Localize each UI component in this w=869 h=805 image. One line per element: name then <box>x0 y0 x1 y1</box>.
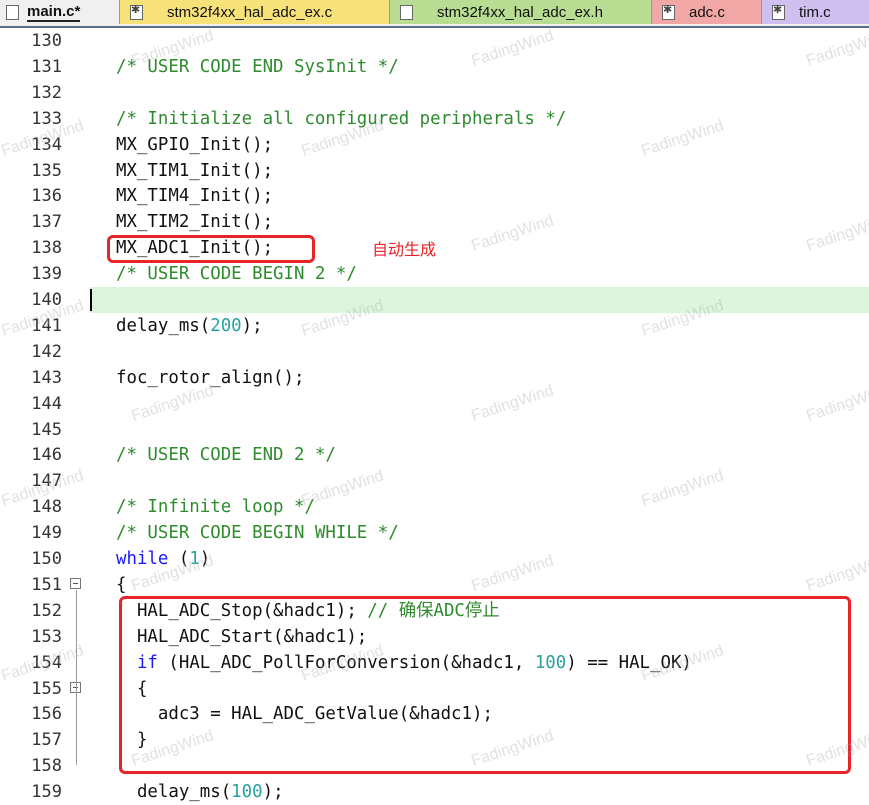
gear-file-icon <box>772 3 785 20</box>
code-line[interactable]: 135 MX_TIM1_Init(); <box>0 158 869 184</box>
line-number: 139 <box>31 264 62 285</box>
code-line[interactable]: 144 <box>0 391 869 417</box>
gear-file-icon <box>130 3 143 20</box>
code-text: MX_TIM4_Init(); <box>116 186 274 207</box>
line-number: 145 <box>31 419 62 440</box>
code-text: { <box>116 574 127 595</box>
highlight-box-adc-loop <box>119 596 851 774</box>
code-line[interactable]: 150 while (1) <box>0 546 869 572</box>
code-text: /* USER CODE END SysInit */ <box>116 56 399 77</box>
line-number: 158 <box>31 756 62 777</box>
code-line[interactable]: 141 delay_ms(200); <box>0 313 869 339</box>
tab-label: stm32f4xx_hal_adc_ex.c <box>167 3 333 21</box>
code-text: delay_ms(100); <box>116 782 284 803</box>
annotation-auto-generated: 自动生成 <box>372 240 437 259</box>
code-text: /* USER CODE END 2 */ <box>116 445 336 466</box>
line-number: 136 <box>31 186 62 207</box>
line-number: 156 <box>31 704 62 725</box>
code-text: /* USER CODE BEGIN WHILE */ <box>116 523 399 544</box>
code-line[interactable]: 146 /* USER CODE END 2 */ <box>0 442 869 468</box>
line-number: 141 <box>31 315 62 336</box>
code-line[interactable]: 149 /* USER CODE BEGIN WHILE */ <box>0 520 869 546</box>
line-number: 159 <box>31 782 62 803</box>
line-number: 148 <box>31 497 62 518</box>
code-text: foc_rotor_align(); <box>116 367 305 388</box>
tab-label: tim.c <box>799 3 831 21</box>
line-number: 146 <box>31 445 62 466</box>
line-number: 150 <box>31 549 62 569</box>
code-text: MX_TIM2_Init(); <box>116 212 274 233</box>
tab-stm32f4xx-hal-adc-ex-c[interactable]: stm32f4xx_hal_adc_ex.c <box>120 0 390 24</box>
line-number: 135 <box>31 160 62 181</box>
code-text: MX_TIM1_Init(); <box>116 160 274 181</box>
code-line[interactable]: 131 /* USER CODE END SysInit */ <box>0 54 869 80</box>
tab-tim-c[interactable]: tim.c <box>762 0 869 24</box>
code-line[interactable]: 132 <box>0 80 869 106</box>
code-line[interactable]: 139 /* USER CODE BEGIN 2 */ <box>0 261 869 287</box>
editor-tab-bar: main.c* stm32f4xx_hal_adc_ex.c stm32f4xx… <box>0 0 869 28</box>
code-line[interactable]: 151 { <box>0 572 869 598</box>
code-line[interactable]: 133 /* Initialize all configured peripher… <box>0 106 869 132</box>
line-number: 144 <box>31 393 62 414</box>
code-line[interactable]: 140 <box>0 287 869 313</box>
fold-toggle-icon[interactable] <box>70 577 81 589</box>
file-icon <box>6 4 19 20</box>
line-number: 137 <box>31 212 62 233</box>
code-line[interactable]: 137 MX_TIM2_Init(); <box>0 209 869 235</box>
code-text: delay_ms(200); <box>116 315 263 336</box>
tab-label: adc.c <box>689 3 725 21</box>
tab-adc-c[interactable]: adc.c <box>652 0 762 24</box>
line-number: 138 <box>31 238 62 259</box>
line-number: 133 <box>31 108 62 129</box>
line-number: 132 <box>31 82 62 103</box>
code-line[interactable]: 142 <box>0 339 869 365</box>
line-number: 149 <box>31 523 62 544</box>
line-number: 140 <box>31 290 62 310</box>
line-number: 152 <box>31 600 62 621</box>
code-line[interactable]: 159 delay_ms(100); <box>0 779 869 805</box>
code-line[interactable]: 147 <box>0 468 869 494</box>
code-line[interactable]: 143 foc_rotor_align(); <box>0 365 869 391</box>
line-number: 147 <box>31 471 62 492</box>
fold-guide-line <box>76 589 77 766</box>
line-number: 157 <box>31 730 62 751</box>
code-text: /* Initialize all configured peripherals… <box>116 108 567 129</box>
line-number: 130 <box>31 31 62 51</box>
tab-stm32f4xx-hal-adc-ex-h[interactable]: stm32f4xx_hal_adc_ex.h <box>390 0 652 24</box>
line-number: 151 <box>31 574 62 595</box>
code-text: /* USER CODE BEGIN 2 */ <box>116 264 357 285</box>
tab-label: main.c* <box>27 2 81 22</box>
code-text: MX_GPIO_Init(); <box>116 134 274 155</box>
tab-main-c[interactable]: main.c* <box>0 0 120 24</box>
gear-file-icon <box>662 3 675 20</box>
code-line[interactable]: 145 <box>0 417 869 443</box>
line-number: 155 <box>31 678 62 699</box>
line-number: 143 <box>31 367 62 388</box>
code-line[interactable]: 134 MX_GPIO_Init(); <box>0 132 869 158</box>
code-line[interactable]: 148 /* Infinite loop */ <box>0 494 869 520</box>
file-icon <box>400 4 413 20</box>
line-number: 154 <box>31 652 62 673</box>
highlight-box-adc-init <box>107 235 315 263</box>
line-number: 153 <box>31 626 62 647</box>
line-number: 134 <box>31 134 62 155</box>
code-line[interactable]: 136 MX_TIM4_Init(); <box>0 183 869 209</box>
line-number: 131 <box>31 56 62 77</box>
code-text: while (1) <box>116 549 211 569</box>
code-line[interactable]: 130 <box>0 28 869 54</box>
line-number: 142 <box>31 341 62 362</box>
tab-label: stm32f4xx_hal_adc_ex.h <box>437 3 603 21</box>
code-text: /* Infinite loop */ <box>116 497 315 518</box>
